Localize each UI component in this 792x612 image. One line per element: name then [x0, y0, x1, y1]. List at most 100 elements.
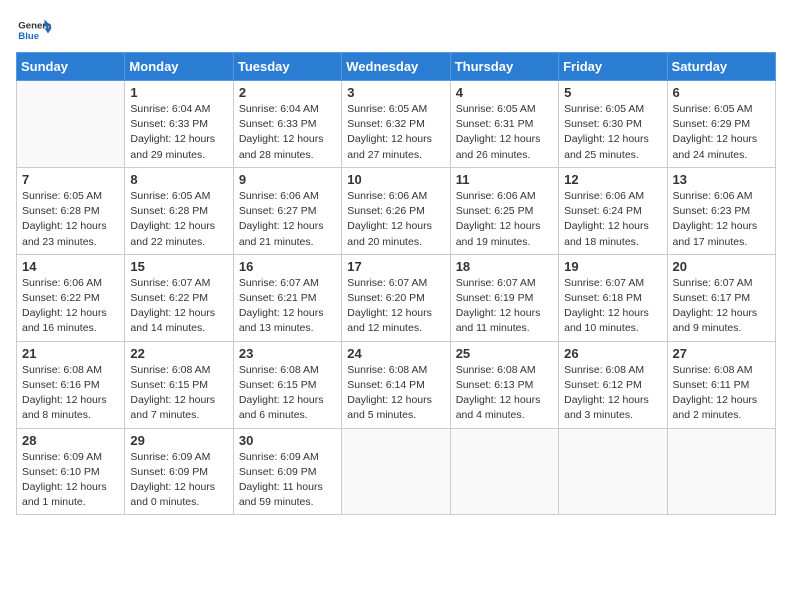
header-friday: Friday — [559, 53, 667, 81]
calendar-table: SundayMondayTuesdayWednesdayThursdayFrid… — [16, 52, 776, 515]
calendar-week-1: 1 Sunrise: 6:04 AM Sunset: 6:33 PM Daylig… — [17, 81, 776, 168]
day-info: Sunrise: 6:05 AM Sunset: 6:30 PM Dayligh… — [564, 102, 661, 163]
calendar-cell: 15 Sunrise: 6:07 AM Sunset: 6:22 PM Dayli… — [125, 254, 233, 341]
day-info: Sunrise: 6:08 AM Sunset: 6:14 PM Dayligh… — [347, 363, 444, 424]
calendar-cell: 19Sunrise: 6:07 AM Sunset: 6:18 PM Dayli… — [559, 254, 667, 341]
calendar-cell: 11Sunrise: 6:06 AM Sunset: 6:25 PM Dayli… — [450, 167, 558, 254]
calendar-cell — [559, 428, 667, 515]
day-info: Sunrise: 6:08 AM Sunset: 6:15 PM Dayligh… — [130, 363, 227, 424]
calendar-header-row: SundayMondayTuesdayWednesdayThursdayFrid… — [17, 53, 776, 81]
day-number: 1 — [130, 85, 227, 100]
day-number: 15 — [130, 259, 227, 274]
calendar-week-5: 28 Sunrise: 6:09 AM Sunset: 6:10 PM Dayli… — [17, 428, 776, 515]
header-tuesday: Tuesday — [233, 53, 341, 81]
calendar-cell — [342, 428, 450, 515]
day-number: 17 — [347, 259, 444, 274]
calendar-body: 1 Sunrise: 6:04 AM Sunset: 6:33 PM Daylig… — [17, 81, 776, 515]
logo: General Blue — [16, 16, 52, 44]
day-info: Sunrise: 6:06 AM Sunset: 6:22 PM Dayligh… — [22, 276, 119, 337]
calendar-cell: 13 Sunrise: 6:06 AM Sunset: 6:23 PM Dayli… — [667, 167, 775, 254]
day-info: Sunrise: 6:07 AM Sunset: 6:21 PM Dayligh… — [239, 276, 336, 337]
calendar-cell: 8 Sunrise: 6:05 AM Sunset: 6:28 PM Daylig… — [125, 167, 233, 254]
day-number: 7 — [22, 172, 119, 187]
day-number: 21 — [22, 346, 119, 361]
calendar-cell — [17, 81, 125, 168]
header-wednesday: Wednesday — [342, 53, 450, 81]
day-info: Sunrise: 6:08 AM Sunset: 6:11 PM Dayligh… — [673, 363, 770, 424]
day-info: Sunrise: 6:07 AM Sunset: 6:18 PM Dayligh… — [564, 276, 661, 337]
calendar-cell: 18 Sunrise: 6:07 AM Sunset: 6:19 PM Dayli… — [450, 254, 558, 341]
day-info: Sunrise: 6:07 AM Sunset: 6:17 PM Dayligh… — [673, 276, 770, 337]
header-monday: Monday — [125, 53, 233, 81]
calendar-cell: 24Sunrise: 6:08 AM Sunset: 6:14 PM Dayli… — [342, 341, 450, 428]
day-number: 2 — [239, 85, 336, 100]
day-info: Sunrise: 6:08 AM Sunset: 6:16 PM Dayligh… — [22, 363, 119, 424]
calendar-cell: 27 Sunrise: 6:08 AM Sunset: 6:11 PM Dayli… — [667, 341, 775, 428]
calendar-cell: 2 Sunrise: 6:04 AM Sunset: 6:33 PM Daylig… — [233, 81, 341, 168]
day-info: Sunrise: 6:07 AM Sunset: 6:22 PM Dayligh… — [130, 276, 227, 337]
calendar-week-3: 14 Sunrise: 6:06 AM Sunset: 6:22 PM Dayli… — [17, 254, 776, 341]
day-number: 20 — [673, 259, 770, 274]
svg-text:Blue: Blue — [18, 31, 39, 42]
calendar-cell: 14 Sunrise: 6:06 AM Sunset: 6:22 PM Dayli… — [17, 254, 125, 341]
day-info: Sunrise: 6:05 AM Sunset: 6:28 PM Dayligh… — [22, 189, 119, 250]
day-number: 18 — [456, 259, 553, 274]
calendar-cell: 4 Sunrise: 6:05 AM Sunset: 6:31 PM Daylig… — [450, 81, 558, 168]
day-number: 16 — [239, 259, 336, 274]
day-number: 8 — [130, 172, 227, 187]
calendar-cell: 26 Sunrise: 6:08 AM Sunset: 6:12 PM Dayli… — [559, 341, 667, 428]
day-info: Sunrise: 6:07 AM Sunset: 6:19 PM Dayligh… — [456, 276, 553, 337]
day-info: Sunrise: 6:09 AM Sunset: 6:09 PM Dayligh… — [239, 450, 336, 511]
calendar-cell: 6Sunrise: 6:05 AM Sunset: 6:29 PM Daylig… — [667, 81, 775, 168]
day-info: Sunrise: 6:08 AM Sunset: 6:13 PM Dayligh… — [456, 363, 553, 424]
calendar-cell — [450, 428, 558, 515]
calendar-cell: 7 Sunrise: 6:05 AM Sunset: 6:28 PM Daylig… — [17, 167, 125, 254]
logo-icon: General Blue — [16, 16, 52, 44]
day-info: Sunrise: 6:05 AM Sunset: 6:31 PM Dayligh… — [456, 102, 553, 163]
day-number: 13 — [673, 172, 770, 187]
calendar-cell: 29Sunrise: 6:09 AM Sunset: 6:09 PM Dayli… — [125, 428, 233, 515]
day-number: 14 — [22, 259, 119, 274]
day-number: 4 — [456, 85, 553, 100]
calendar-cell: 25 Sunrise: 6:08 AM Sunset: 6:13 PM Dayli… — [450, 341, 558, 428]
day-info: Sunrise: 6:06 AM Sunset: 6:26 PM Dayligh… — [347, 189, 444, 250]
day-number: 25 — [456, 346, 553, 361]
day-info: Sunrise: 6:06 AM Sunset: 6:23 PM Dayligh… — [673, 189, 770, 250]
calendar-cell: 22 Sunrise: 6:08 AM Sunset: 6:15 PM Dayli… — [125, 341, 233, 428]
calendar-cell: 17 Sunrise: 6:07 AM Sunset: 6:20 PM Dayli… — [342, 254, 450, 341]
day-number: 5 — [564, 85, 661, 100]
calendar-cell: 1 Sunrise: 6:04 AM Sunset: 6:33 PM Daylig… — [125, 81, 233, 168]
calendar-cell: 30 Sunrise: 6:09 AM Sunset: 6:09 PM Dayli… — [233, 428, 341, 515]
day-info: Sunrise: 6:05 AM Sunset: 6:32 PM Dayligh… — [347, 102, 444, 163]
day-number: 3 — [347, 85, 444, 100]
day-number: 26 — [564, 346, 661, 361]
day-number: 27 — [673, 346, 770, 361]
calendar-cell: 20 Sunrise: 6:07 AM Sunset: 6:17 PM Dayli… — [667, 254, 775, 341]
day-number: 30 — [239, 433, 336, 448]
header-sunday: Sunday — [17, 53, 125, 81]
day-info: Sunrise: 6:09 AM Sunset: 6:10 PM Dayligh… — [22, 450, 119, 511]
day-info: Sunrise: 6:05 AM Sunset: 6:28 PM Dayligh… — [130, 189, 227, 250]
day-info: Sunrise: 6:08 AM Sunset: 6:12 PM Dayligh… — [564, 363, 661, 424]
calendar-cell: 12Sunrise: 6:06 AM Sunset: 6:24 PM Dayli… — [559, 167, 667, 254]
day-info: Sunrise: 6:09 AM Sunset: 6:09 PM Dayligh… — [130, 450, 227, 511]
day-number: 10 — [347, 172, 444, 187]
day-info: Sunrise: 6:07 AM Sunset: 6:20 PM Dayligh… — [347, 276, 444, 337]
calendar-cell: 9Sunrise: 6:06 AM Sunset: 6:27 PM Daylig… — [233, 167, 341, 254]
day-info: Sunrise: 6:04 AM Sunset: 6:33 PM Dayligh… — [239, 102, 336, 163]
calendar-cell: 28 Sunrise: 6:09 AM Sunset: 6:10 PM Dayli… — [17, 428, 125, 515]
calendar-cell: 5 Sunrise: 6:05 AM Sunset: 6:30 PM Daylig… — [559, 81, 667, 168]
day-info: Sunrise: 6:04 AM Sunset: 6:33 PM Dayligh… — [130, 102, 227, 163]
calendar-cell: 3 Sunrise: 6:05 AM Sunset: 6:32 PM Daylig… — [342, 81, 450, 168]
day-number: 9 — [239, 172, 336, 187]
calendar-cell: 10 Sunrise: 6:06 AM Sunset: 6:26 PM Dayli… — [342, 167, 450, 254]
header-thursday: Thursday — [450, 53, 558, 81]
calendar-cell: 16 Sunrise: 6:07 AM Sunset: 6:21 PM Dayli… — [233, 254, 341, 341]
day-info: Sunrise: 6:08 AM Sunset: 6:15 PM Dayligh… — [239, 363, 336, 424]
day-number: 28 — [22, 433, 119, 448]
day-number: 12 — [564, 172, 661, 187]
day-number: 11 — [456, 172, 553, 187]
calendar-cell — [667, 428, 775, 515]
day-number: 22 — [130, 346, 227, 361]
calendar-week-4: 21 Sunrise: 6:08 AM Sunset: 6:16 PM Dayli… — [17, 341, 776, 428]
